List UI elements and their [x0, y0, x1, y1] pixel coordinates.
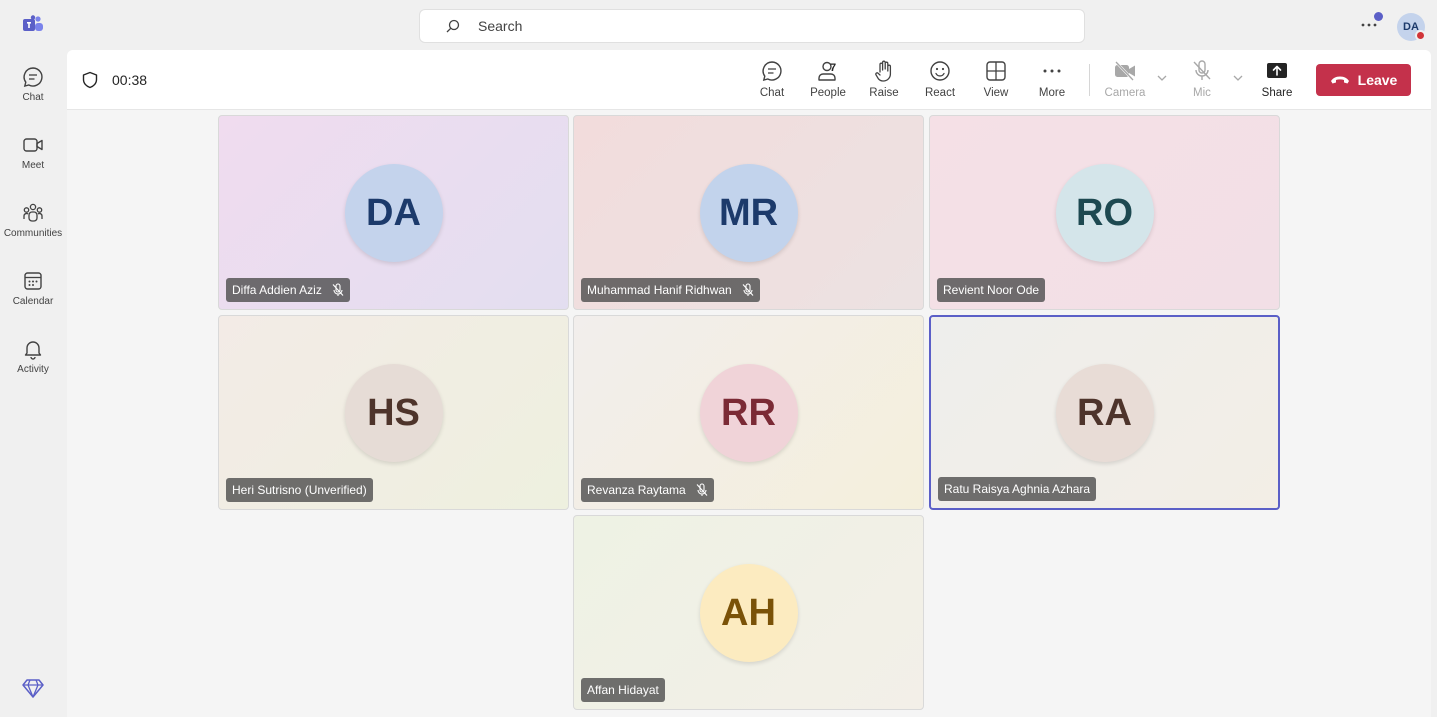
rail-item-meet[interactable]: Meet [0, 128, 66, 188]
participant-name-tag: Ratu Raisya Aghnia Azhara [938, 477, 1097, 501]
more-button[interactable]: More [1024, 58, 1080, 106]
participant-avatar: RR [699, 364, 798, 462]
participant-tile[interactable]: RR Revanza Raytama [573, 315, 924, 510]
ellipsis-icon [1043, 69, 1061, 73]
participant-tile[interactable]: DA Diffa Addien Aziz [218, 115, 569, 310]
meeting-toolbar: 00:38 Chat 7 People Raise React View Mor… [67, 50, 1431, 110]
emoji-icon [930, 61, 950, 81]
leave-button[interactable]: Leave [1316, 64, 1411, 96]
rail-item-activity[interactable]: Activity [0, 332, 66, 392]
participant-name-tag: Heri Sutrisno (Unverified) [226, 478, 373, 502]
participant-name: Heri Sutrisno (Unverified) [232, 483, 367, 497]
mic-muted-icon [696, 483, 708, 496]
rail-item-chat[interactable]: Chat [0, 60, 66, 120]
participant-name-tag: Diffa Addien Aziz [226, 278, 350, 302]
rail-item-communities[interactable]: Communities [0, 196, 66, 256]
camera-button[interactable]: Camera [1097, 58, 1153, 106]
top-bar: Search DA [0, 0, 1437, 50]
share-label: Share [1261, 87, 1293, 99]
chat-icon [23, 67, 43, 87]
raise-label: Raise [869, 87, 899, 99]
participant-name: Revanza Raytama [587, 483, 686, 497]
shield-icon[interactable] [81, 71, 99, 89]
people-count: 7 [830, 62, 837, 74]
search-icon [446, 19, 460, 33]
share-button[interactable]: Share [1249, 58, 1305, 106]
participant-tile[interactable]: RA Ratu Raisya Aghnia Azhara [929, 315, 1280, 510]
chat-button[interactable]: Chat [744, 58, 800, 106]
toolbar-divider [1089, 64, 1090, 96]
communities-icon [23, 203, 43, 222]
rail-label-chat: Chat [22, 92, 44, 103]
participant-tile[interactable]: AH Affan Hidayat [573, 515, 924, 710]
leave-label: Leave [1357, 72, 1398, 88]
view-label: View [983, 87, 1009, 99]
participant-tile[interactable]: RO Revient Noor Ode [929, 115, 1280, 310]
camera-label: Camera [1104, 87, 1146, 99]
rail-label-communities: Communities [3, 228, 63, 239]
meeting-panel: 00:38 Chat 7 People Raise React View Mor… [67, 50, 1431, 717]
participant-avatar: DA [344, 164, 443, 262]
participant-name-tag: Affan Hidayat [581, 678, 665, 702]
bell-icon [24, 341, 42, 360]
participant-name: Muhammad Hanif Ridhwan [587, 283, 732, 297]
people-icon [818, 61, 836, 81]
rail-item-calendar[interactable]: Calendar [0, 264, 66, 324]
calendar-icon [24, 272, 42, 290]
participant-name-tag: Revient Noor Ode [937, 278, 1046, 302]
raise-hand-button[interactable]: Raise [856, 58, 912, 106]
left-rail: Chat Meet Communities Calendar Activity [0, 50, 66, 717]
search-placeholder: Search [478, 18, 523, 34]
participant-name-tag: Revanza Raytama [581, 478, 714, 502]
teams-logo-icon[interactable] [22, 15, 44, 35]
camera-off-icon [1115, 61, 1135, 81]
participant-name: Ratu Raisya Aghnia Azhara [944, 482, 1091, 496]
participant-name: Affan Hidayat [587, 683, 659, 697]
react-label: React [924, 87, 956, 99]
presence-status-icon [1415, 30, 1426, 41]
mic-muted-icon [332, 283, 344, 296]
chat-icon [762, 61, 782, 81]
participant-name-tag: Muhammad Hanif Ridhwan [581, 278, 760, 302]
mic-muted-icon [742, 283, 754, 296]
grid-view-icon [986, 61, 1006, 81]
participant-name: Revient Noor Ode [943, 283, 1040, 297]
notification-dot [1374, 12, 1383, 21]
meeting-timer: 00:38 [112, 72, 148, 88]
teams-app: Search DA Chat Meet Communities Calendar… [0, 0, 1437, 717]
rail-label-meet: Meet [21, 160, 45, 171]
hang-up-icon [1330, 76, 1349, 84]
share-screen-icon [1267, 63, 1287, 78]
participant-avatar: HS [344, 364, 443, 462]
mic-options-chevron-icon[interactable] [1232, 72, 1244, 84]
mic-label: Mic [1193, 87, 1211, 99]
raise-hand-icon [875, 60, 892, 82]
rail-label-calendar: Calendar [12, 296, 54, 307]
search-bar[interactable]: Search [419, 9, 1085, 43]
participant-tile[interactable]: MR Muhammad Hanif Ridhwan [573, 115, 924, 310]
camera-options-chevron-icon[interactable] [1156, 72, 1168, 84]
participant-tile[interactable]: HS Heri Sutrisno (Unverified) [218, 315, 569, 510]
premium-diamond-icon[interactable] [22, 678, 44, 698]
rail-label-activity: Activity [17, 364, 49, 375]
participant-avatar: MR [699, 164, 798, 262]
react-button[interactable]: React [912, 58, 968, 106]
participant-avatar: RO [1055, 164, 1154, 262]
video-icon [23, 138, 43, 152]
more-label: More [1038, 87, 1066, 99]
view-button[interactable]: View [968, 58, 1024, 106]
participant-avatar: RA [1055, 364, 1154, 462]
people-label: People [810, 87, 846, 99]
mic-button[interactable]: Mic [1174, 58, 1230, 106]
participant-name: Diffa Addien Aziz [232, 283, 322, 297]
people-button[interactable]: 7 People [800, 58, 856, 106]
mic-off-icon [1193, 60, 1211, 80]
participant-avatar: AH [699, 564, 798, 662]
chat-label: Chat [759, 87, 785, 99]
